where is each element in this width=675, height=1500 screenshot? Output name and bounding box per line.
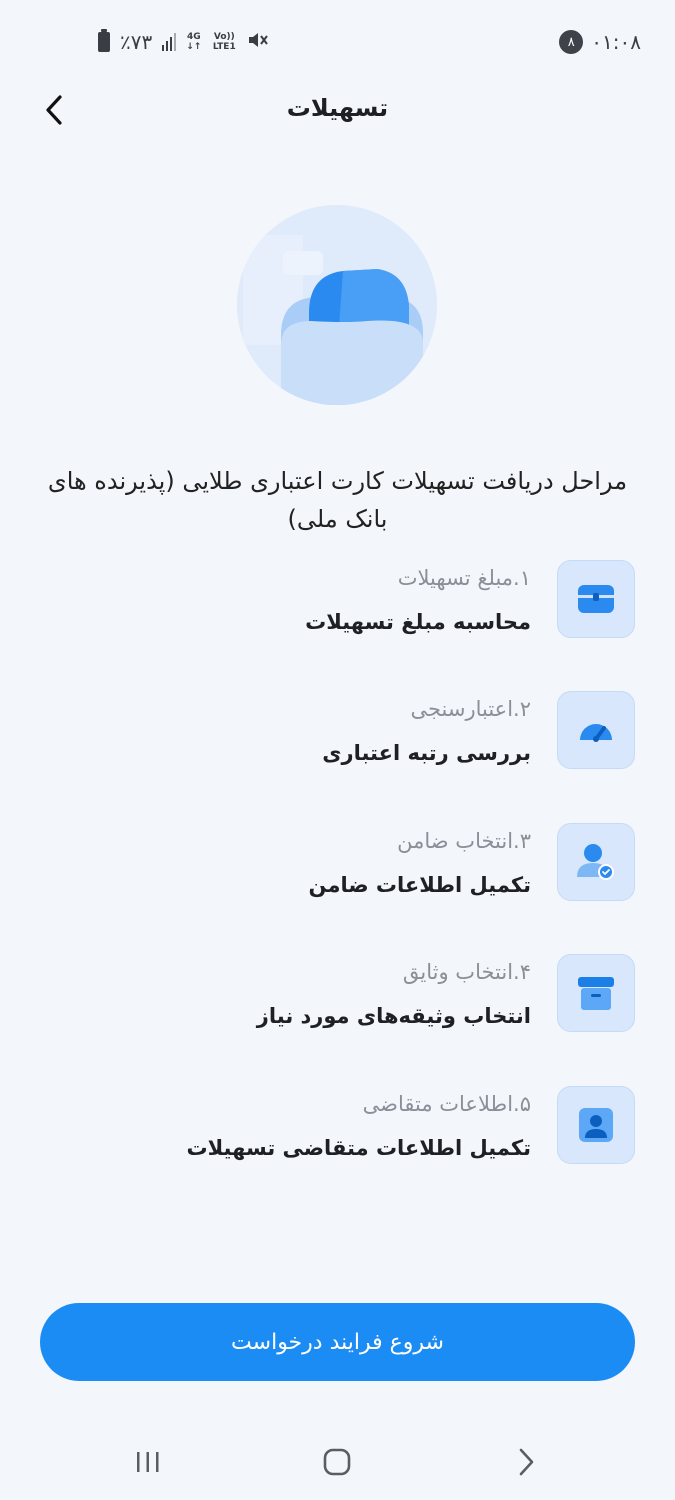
battery-icon <box>98 29 110 52</box>
status-icons: ٪۷۳ 4G ↓↑ Vo)) LTE1 <box>98 28 269 56</box>
step-2-title: ۲.اعتبارسنجی <box>410 697 531 721</box>
system-nav-bar <box>0 1420 675 1500</box>
recent-apps-button[interactable] <box>118 1440 178 1484</box>
network-4g-icon: 4G ↓↑ <box>186 32 202 52</box>
hero-wallet-illustration <box>237 205 437 405</box>
wallet-icon <box>557 560 635 638</box>
recent-apps-icon <box>137 1452 159 1472</box>
step-1-title: ۱.مبلغ تسهیلات <box>397 566 531 590</box>
home-icon <box>323 1448 351 1476</box>
step-5-title: ۵.اطلاعات متقاضی <box>362 1092 531 1116</box>
status-time-area: ۸ ۰۱:۰۸ <box>559 28 641 56</box>
intro-text: مراحل دریافت تسهیلات کارت اعتباری طلایی … <box>47 467 628 533</box>
step-3: ۳.انتخاب ضامن تکمیل اطلاعات ضامن <box>0 823 675 903</box>
step-3-description: تکمیل اطلاعات ضامن <box>308 873 531 897</box>
step-2: ۲.اعتبارسنجی بررسی رتبه اعتباری <box>0 691 675 771</box>
step-4-title: ۴.انتخاب وثایق <box>402 960 531 984</box>
guarantor-icon <box>557 823 635 901</box>
page-title: تسهیلات <box>286 94 389 122</box>
step-1-description: محاسبه مبلغ تسهیلات <box>305 610 531 634</box>
volte-icon: Vo)) LTE1 <box>212 32 236 52</box>
notification-badge: ۸ <box>559 30 584 54</box>
step-4: ۴.انتخاب وثایق انتخاب وثیقه‌های مورد نیا… <box>0 954 675 1034</box>
user-card-icon <box>557 1086 635 1164</box>
clock: ۰۱:۰۸ <box>591 30 641 54</box>
step-2-description: بررسی رتبه اعتباری <box>322 741 531 765</box>
archive-box-icon <box>557 954 635 1032</box>
step-1: ۱.مبلغ تسهیلات محاسبه مبلغ تسهیلات <box>0 560 675 640</box>
mute-icon <box>247 30 269 55</box>
start-request-button[interactable]: شروع فرایند درخواست <box>40 1303 635 1381</box>
step-4-description: انتخاب وثیقه‌های مورد نیاز <box>256 1004 531 1028</box>
step-5-description: تکمیل اطلاعات متقاضی تسهیلات <box>186 1136 531 1160</box>
home-button[interactable] <box>307 1440 367 1484</box>
step-3-title: ۳.انتخاب ضامن <box>397 829 531 853</box>
chevron-right-icon <box>519 1448 534 1476</box>
app-header: تسهیلات <box>0 84 675 136</box>
signal-icon <box>162 33 177 51</box>
gauge-icon <box>557 691 635 769</box>
step-5: ۵.اطلاعات متقاضی تکمیل اطلاعات متقاضی تس… <box>0 1086 675 1166</box>
battery-percent: ٪۷۳ <box>120 30 153 54</box>
status-bar: ٪۷۳ 4G ↓↑ Vo)) LTE1 ۸ ۰۱:۰۸ <box>0 0 675 84</box>
back-nav-button[interactable] <box>496 1440 556 1484</box>
